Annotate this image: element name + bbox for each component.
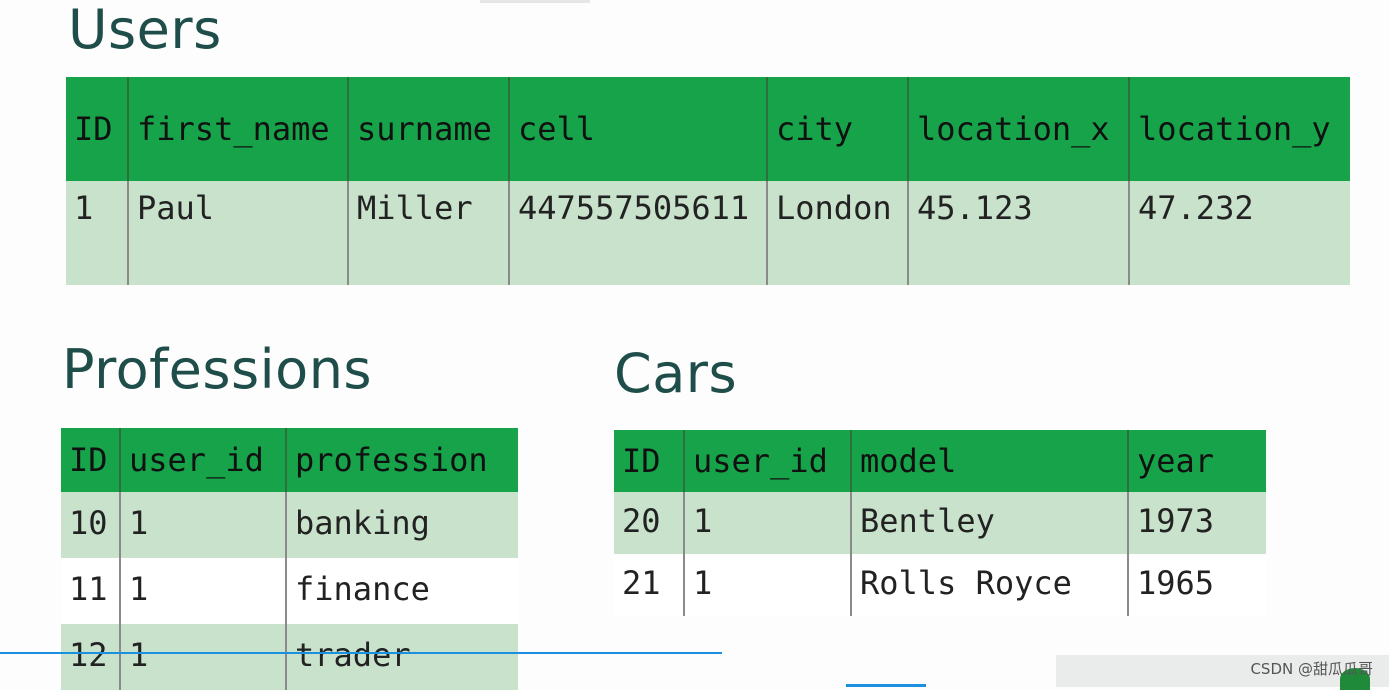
column-header-id: ID <box>614 430 685 492</box>
cell-cell: 447557505611 <box>509 181 768 285</box>
table-row: 12 1 trader <box>61 624 518 690</box>
column-header-location-y: location_y <box>1129 77 1350 181</box>
table-row: 20 1 Bentley 1973 <box>614 492 1266 554</box>
users-header-row: ID first_name surname cell city location… <box>66 77 1350 181</box>
users-title: Users <box>68 0 222 61</box>
cell-id: 12 <box>61 624 121 690</box>
professions-title: Professions <box>62 338 373 401</box>
users-table: ID first_name surname cell city location… <box>66 77 1350 285</box>
table-row: 21 1 Rolls Royce 1965 <box>614 554 1266 616</box>
column-header-user-id: user_id <box>120 428 287 492</box>
cell-user-id: 1 <box>120 492 287 558</box>
cell-location-y: 47.232 <box>1129 181 1350 285</box>
table-row: 11 1 finance <box>61 558 518 624</box>
cell-user-id: 1 <box>120 558 287 624</box>
cell-profession: banking <box>286 492 518 558</box>
cell-profession: trader <box>286 624 518 690</box>
table-row: 1 Paul Miller 447557505611 London 45.123… <box>66 181 1350 285</box>
cell-year: 1965 <box>1128 554 1266 616</box>
cell-model: Rolls Royce <box>851 554 1129 616</box>
column-header-surname: surname <box>348 77 510 181</box>
top-shadow-strip <box>480 0 590 3</box>
cell-user-id: 1 <box>120 624 287 690</box>
cell-year: 1973 <box>1128 492 1266 554</box>
column-header-model: model <box>851 430 1129 492</box>
column-header-id: ID <box>61 428 121 492</box>
column-header-user-id: user_id <box>684 430 852 492</box>
cars-header-row: ID user_id model year <box>614 430 1266 492</box>
professions-header-row: ID user_id profession <box>61 428 518 492</box>
table-row: 10 1 banking <box>61 492 518 558</box>
cell-profession: finance <box>286 558 518 624</box>
cell-id: 1 <box>66 181 129 285</box>
cell-surname: Miller <box>348 181 510 285</box>
cell-city: London <box>767 181 909 285</box>
column-header-year: year <box>1128 430 1266 492</box>
column-header-first-name: first_name <box>128 77 349 181</box>
cars-table: ID user_id model year 20 1 Bentley 1973 … <box>614 430 1266 616</box>
cell-first-name: Paul <box>128 181 349 285</box>
cell-id: 21 <box>614 554 685 616</box>
column-header-location-x: location_x <box>908 77 1130 181</box>
video-progress-line[interactable] <box>0 652 722 654</box>
column-header-profession: profession <box>286 428 518 492</box>
cell-location-x: 45.123 <box>908 181 1130 285</box>
column-header-cell: cell <box>509 77 768 181</box>
cars-title: Cars <box>614 342 738 405</box>
cell-id: 11 <box>61 558 121 624</box>
professions-table: ID user_id profession 10 1 banking 11 1 … <box>61 428 518 690</box>
column-header-city: city <box>767 77 909 181</box>
cell-user-id: 1 <box>684 554 852 616</box>
watermark-text: CSDN @甜瓜瓜哥 <box>1250 660 1373 678</box>
cell-user-id: 1 <box>684 492 852 554</box>
cell-id: 20 <box>614 492 685 554</box>
cell-id: 10 <box>61 492 121 558</box>
cell-model: Bentley <box>851 492 1129 554</box>
column-header-id: ID <box>66 77 129 181</box>
